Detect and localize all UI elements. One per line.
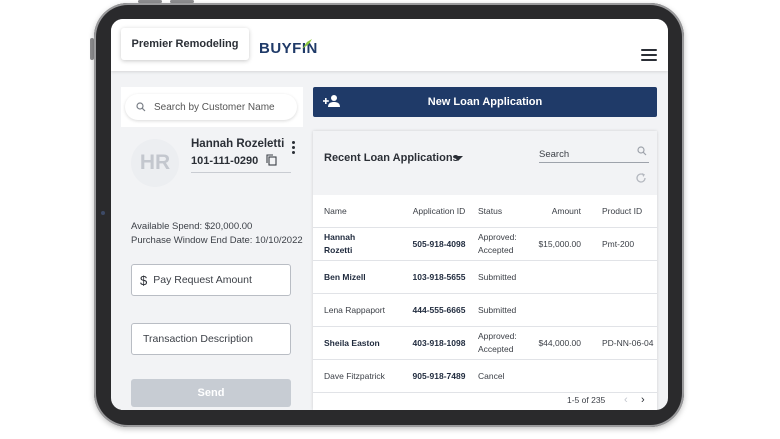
customer-panel: HR Hannah Rozeletti 101-111-0290 Availab… (121, 87, 303, 410)
customer-search-input[interactable] (152, 100, 286, 114)
available-spend: Available Spend: $20,000.00 (131, 221, 253, 232)
cell-amount: $15,000.00 (538, 239, 581, 249)
pagination: 1-5 of 235 ‹ › (313, 391, 657, 410)
search-icon (136, 102, 146, 112)
pay-request-amount-field[interactable]: $ Pay Request Amount (131, 264, 291, 296)
cell-name: Dave Fitzpatrick (324, 371, 385, 381)
column-header-product-id[interactable]: Product ID (602, 195, 657, 227)
customer-id: 101-111-0290 (191, 155, 259, 167)
copy-icon[interactable] (266, 154, 277, 166)
chevron-right-icon[interactable]: › (641, 394, 645, 406)
recent-loan-applications-card: Recent Loan Applications Name Applicatio… (313, 131, 657, 410)
chevron-left-icon[interactable]: ‹ (624, 394, 628, 406)
cell-product-id: PD-NN-06-04 (602, 338, 654, 348)
dollar-icon: $ (140, 272, 148, 288)
cell-application-id: 103-918-5655 (412, 272, 466, 282)
cell-amount (531, 261, 581, 293)
table-header: Name Application ID Status Amount Produc… (313, 195, 657, 228)
table-row[interactable]: Dave Fitzpatrick 905-918-7489 Cancel (313, 360, 657, 393)
person-add-icon (323, 95, 340, 107)
avatar: HR (131, 139, 179, 187)
pagination-text: 1-5 of 235 (567, 395, 606, 405)
cell-product-id (602, 360, 657, 392)
send-button[interactable]: Send (131, 379, 291, 407)
card-title: Recent Loan Applications (324, 152, 459, 164)
customer-search[interactable] (125, 94, 297, 120)
search-icon[interactable] (637, 146, 647, 156)
chevron-down-icon[interactable] (453, 156, 463, 161)
new-loan-application-label: New Loan Application (427, 96, 543, 108)
column-header-name[interactable]: Name (324, 195, 402, 227)
applications-table: Name Application ID Status Amount Produc… (313, 195, 657, 393)
card-header: Recent Loan Applications (313, 131, 657, 195)
menu-icon[interactable] (641, 49, 657, 61)
applications-search-input[interactable] (539, 147, 629, 160)
column-header-app-id[interactable]: Application ID (402, 195, 476, 227)
cell-amount (531, 360, 581, 392)
cell-amount (531, 294, 581, 326)
table-body: Hannah Rozetti 505-918-4098 Approved: Accept… (313, 228, 657, 393)
app-header: Premier Remodeling BUYFIN (111, 19, 668, 71)
merchant-name[interactable]: Premier Remodeling (121, 28, 249, 60)
cell-application-id: 505-918-4098 (412, 239, 466, 249)
app-screen: Premier Remodeling BUYFIN HR Hannah Roze… (111, 19, 668, 410)
more-options-icon[interactable] (292, 141, 296, 155)
cell-amount: $44,000.00 (538, 338, 581, 348)
cell-name: Lena Rappaport (324, 305, 385, 315)
customer-id-underline (191, 172, 291, 173)
refresh-icon[interactable] (635, 172, 647, 184)
column-header-amount[interactable]: Amount (531, 195, 581, 227)
customer-details: HR Hannah Rozeletti 101-111-0290 Availab… (121, 127, 303, 410)
customer-name: Hannah Rozeletti (191, 138, 285, 150)
cell-product-id: Pmt-200 (602, 239, 635, 249)
transaction-description-label: Transaction Description (143, 333, 253, 345)
camera-dot (101, 211, 105, 215)
cell-application-id: 403-918-1098 (412, 338, 466, 348)
table-row[interactable]: Sheila Easton 403-918-1098 Approved: Accept… (313, 327, 657, 360)
table-row[interactable]: Ben Mizell 103-918-5655 Submitted (313, 261, 657, 294)
new-loan-application-button[interactable]: New Loan Application (313, 87, 657, 117)
table-row[interactable]: Hannah Rozetti 505-918-4098 Approved: Accept… (313, 228, 657, 261)
cell-product-id (602, 261, 657, 293)
cell-application-id: 444-555-6665 (412, 305, 466, 315)
cell-name: Hannah Rozetti (324, 232, 356, 255)
cell-product-id (602, 294, 657, 326)
applications-search[interactable] (539, 144, 649, 163)
logo-arrow-icon (302, 39, 312, 49)
transaction-description-field[interactable]: Transaction Description (131, 323, 291, 355)
cell-application-id: 905-918-7489 (412, 371, 466, 381)
table-row[interactable]: Lena Rappaport 444-555-6665 Submitted (313, 294, 657, 327)
cell-name: Ben Mizell (324, 271, 366, 282)
purchase-window-date: Purchase Window End Date: 10/10/2022 (131, 235, 303, 246)
cell-name: Sheila Easton (324, 337, 380, 348)
pay-request-amount-label: Pay Request Amount (153, 274, 252, 286)
